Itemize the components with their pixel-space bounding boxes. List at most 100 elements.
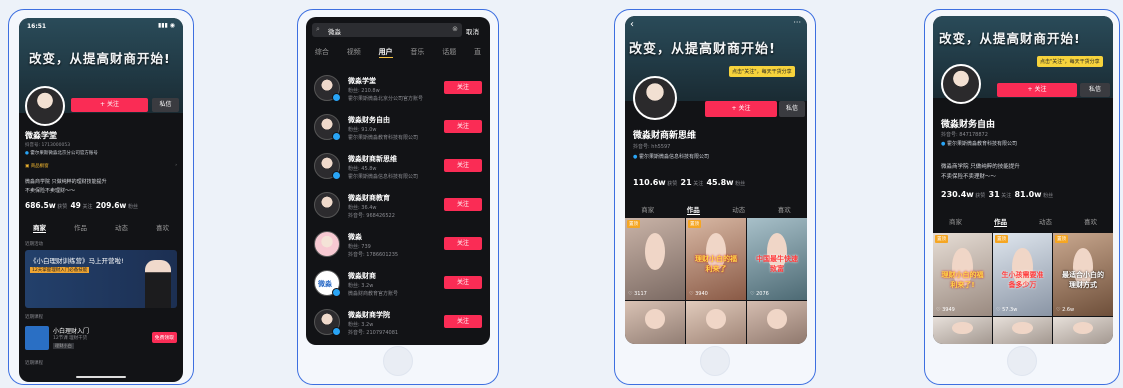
tab-dynamic[interactable]: 动态 (1039, 216, 1052, 227)
avatar (633, 76, 677, 120)
search-bar[interactable]: ⌕ 微淼 ⊗ (312, 23, 462, 37)
following-value: 21 (680, 178, 692, 187)
shop-window-row[interactable]: ▣ 商品橱窗 › (25, 163, 177, 173)
follow-button[interactable]: 关注 (444, 276, 482, 289)
video-thumbnail[interactable]: 置顶 理财小白的福利来了! ♡ 3949 (933, 233, 992, 316)
follow-button[interactable]: + 关注 (705, 101, 777, 117)
promo-card[interactable]: 《小白理财训练营》马上开营啦! 12天掌握理财入门必备技能 (25, 250, 177, 308)
douyin-id: 抖音号: 1713000053 (25, 143, 71, 148)
user-desc: 抖音号: 968426522 (348, 213, 395, 219)
presenter-face (766, 308, 788, 329)
user-avatar (314, 231, 340, 257)
follow-button[interactable]: 关注 (444, 159, 482, 172)
follow-button[interactable]: 关注 (444, 237, 482, 250)
message-button[interactable]: 私信 (779, 101, 805, 117)
tab-users[interactable]: 用户 (378, 47, 393, 58)
user-desc: 霍尔果斯微淼信息科技有限公司 (348, 174, 419, 180)
back-icon[interactable]: ‹ (630, 19, 634, 30)
tab-likes[interactable]: 喜欢 (1084, 216, 1097, 227)
tab-works[interactable]: 作品 (994, 216, 1007, 227)
tab-live[interactable]: 直 (474, 47, 481, 58)
tab-comprehensive[interactable]: 综合 (315, 47, 329, 58)
clear-icon[interactable]: ⊗ (452, 25, 458, 33)
user-result-row[interactable]: 微淼 微淼财商 粉丝: 3.2w 微淼财商教育官方账号 关注 (314, 267, 482, 303)
video-thumbnail[interactable]: 置顶 理财小白的福利来了 ♡ 3940 (686, 218, 746, 300)
cancel-button[interactable]: 取消 (466, 26, 479, 36)
tab-shop[interactable]: 商家 (33, 222, 46, 233)
search-input[interactable]: 微淼 (328, 26, 341, 36)
follow-button[interactable]: 关注 (444, 198, 482, 211)
tab-music[interactable]: 音乐 (410, 47, 424, 58)
profile-name: 微淼财务自由 (941, 120, 996, 130)
follow-button[interactable]: 关注 (444, 315, 482, 328)
user-result-row[interactable]: 微淼财商教育 粉丝: 36.4w 抖音号: 968426522 关注 (314, 189, 482, 225)
video-thumbnail[interactable]: 中国最牛快速致富 ♡ 2076 (747, 218, 807, 300)
user-fans: 粉丝: 3.2w (348, 322, 374, 328)
more-icon[interactable]: ··· (793, 18, 801, 27)
user-desc: 微淼财商教育官方账号 (348, 291, 399, 297)
video-thumbnail[interactable]: 置顶 ♡ 3117 (625, 218, 685, 300)
video-caption: 中国最牛快速致富 (756, 255, 798, 274)
tab-dynamic[interactable]: 动态 (115, 222, 128, 233)
verified-text: 霍尔果斯微淼北京分公司官方账号 (30, 151, 98, 156)
tab-video[interactable]: 视频 (347, 47, 361, 58)
douyin-id: 抖音号: 847178872 (941, 132, 988, 138)
course-thumbnail (25, 326, 49, 350)
user-name: 微淼财务自由 (348, 116, 390, 124)
likes-value: 110.6w (633, 178, 666, 187)
tab-dynamic[interactable]: 动态 (732, 204, 745, 215)
follow-button[interactable]: + 关注 (997, 83, 1077, 97)
user-fans: 粉丝: 210.8w (348, 88, 380, 94)
profile-tabs: 商家 作品 动态 喜欢 (625, 204, 807, 215)
tab-topic[interactable]: 话题 (442, 47, 456, 58)
message-button[interactable]: 私信 (152, 98, 179, 112)
tab-works[interactable]: 作品 (74, 222, 87, 233)
tab-likes[interactable]: 喜欢 (156, 222, 169, 233)
search-icon: ⌕ (316, 25, 320, 33)
follow-button[interactable]: 关注 (444, 120, 482, 133)
verified-text: 霍尔果斯微淼信息科技有限公司 (638, 154, 709, 160)
pinned-badge: 置顶 (995, 235, 1008, 243)
home-button (1007, 346, 1037, 376)
tab-works[interactable]: 作品 (686, 204, 700, 215)
play-count: ♡ 3117 (628, 291, 647, 297)
follow-button[interactable]: 关注 (444, 81, 482, 94)
video-thumbnail[interactable] (625, 301, 685, 344)
cover-banner-text: 改变，从提高财商开始! (939, 31, 1081, 46)
pinned-badge: 置顶 (688, 220, 701, 228)
video-thumbnail[interactable] (747, 301, 807, 344)
user-desc: 霍尔果斯微淼教育科技有限公司 (348, 135, 419, 141)
follow-button[interactable]: + 关注 (71, 98, 148, 112)
video-thumbnail[interactable] (933, 317, 992, 344)
user-result-row[interactable]: 微淼学堂 粉丝: 210.8w 霍尔果斯微淼北京分公司官方账号 关注 (314, 72, 482, 108)
course-card[interactable]: 小白理财入门 12节课 理财干货 理财小白 免费领取 (25, 324, 177, 356)
video-thumbnail[interactable] (993, 317, 1052, 344)
tab-shop[interactable]: 商家 (641, 204, 654, 215)
message-button[interactable]: 私信 (1080, 83, 1110, 97)
play-count: ♡ 3949 (936, 307, 955, 313)
course-title: 小白理财入门 (53, 328, 90, 335)
video-thumbnail[interactable]: 置顶 最适合小白的理财方式 ♡ 2.6w (1053, 233, 1113, 316)
promo-presenter-image (145, 260, 171, 308)
fans-label: 粉丝 (1043, 193, 1054, 199)
video-thumbnail[interactable] (686, 301, 746, 344)
likes-label: 获赞 (57, 204, 68, 210)
user-fans: 粉丝: 739 (348, 244, 371, 250)
promo-title: 《小白理财训练营》马上开营啦! (30, 257, 124, 265)
section-title-course: 近期课程 (25, 315, 43, 320)
user-result-row[interactable]: 微淼财商新思维 粉丝: 45.8w 霍尔果斯微淼信息科技有限公司 关注 (314, 150, 482, 186)
user-result-row[interactable]: 微淼 粉丝: 739 抖音号: 1786601235 关注 (314, 228, 482, 264)
course-claim-button[interactable]: 免费领取 (151, 332, 177, 343)
presenter-face (705, 308, 727, 329)
bio-line-1: 微淼商学院 只做纯粹的理财技能提升 (25, 179, 107, 185)
play-count: ♡ 2.6w (1056, 307, 1075, 313)
user-fans: 粉丝: 3.2w (348, 283, 374, 289)
user-name: 微淼学堂 (348, 77, 376, 85)
user-result-row[interactable]: 微淼财商学院 粉丝: 3.2w 抖音号: 2107974081 关注 (314, 306, 482, 342)
video-thumbnail[interactable]: 置顶 生小孩需要准备多少万 ♡ 57.3w (993, 233, 1052, 316)
video-thumbnail[interactable] (1053, 317, 1113, 344)
tab-shop[interactable]: 商家 (949, 216, 962, 227)
user-name: 微淼财商学院 (348, 311, 390, 319)
user-result-row[interactable]: 微淼财务自由 粉丝: 91.0w 霍尔果斯微淼教育科技有限公司 关注 (314, 111, 482, 147)
tab-likes[interactable]: 喜欢 (778, 204, 791, 215)
